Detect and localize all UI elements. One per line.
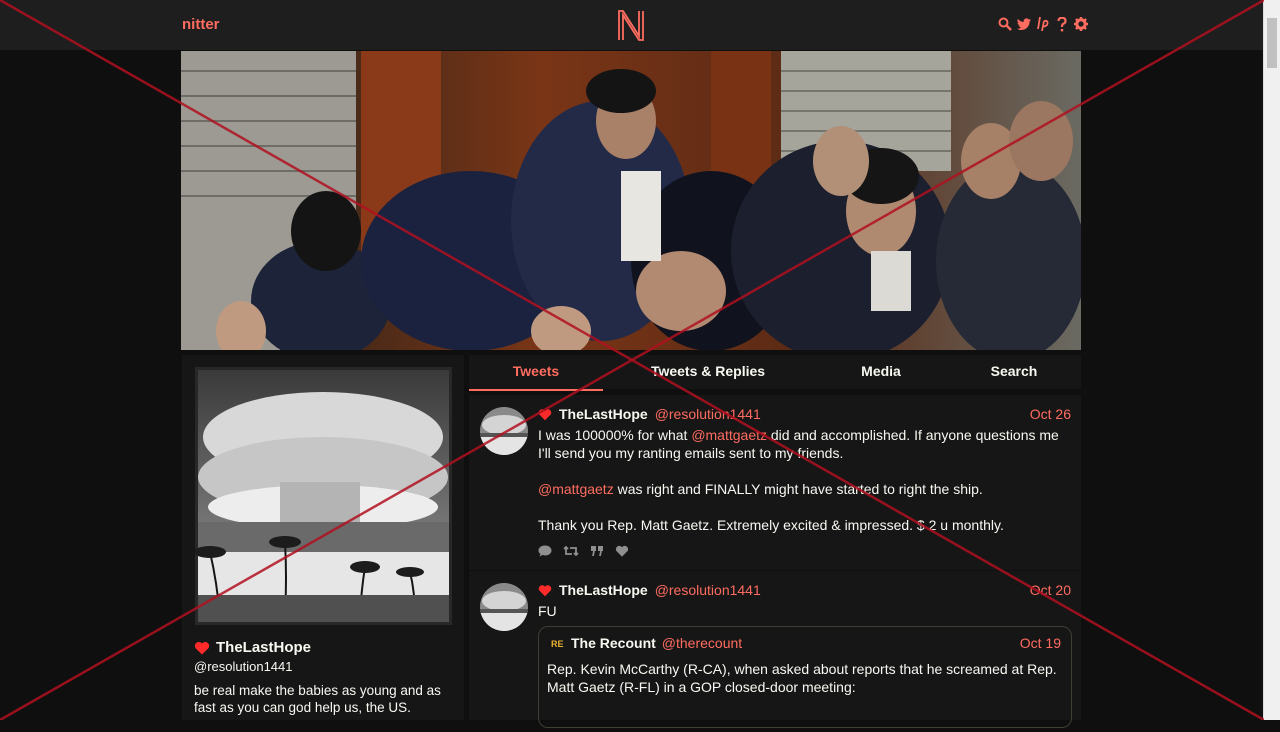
reply-icon[interactable]	[538, 545, 552, 557]
like-icon[interactable]	[615, 545, 629, 557]
scrollbar-thumb[interactable]	[1267, 18, 1277, 68]
tweet-header: TheLastHope @resolution1441	[538, 406, 761, 422]
tweet-text: I was 100000% for what @mattgaetz did an…	[538, 426, 1068, 534]
profile-avatar[interactable]	[195, 367, 452, 625]
tweet-item[interactable]: TheLastHope @resolution1441 Oct 26 I was…	[469, 395, 1081, 571]
tweet-author-name[interactable]: TheLastHope	[559, 582, 648, 598]
svg-text:RE: RE	[551, 639, 564, 649]
heart-icon	[538, 584, 552, 596]
timeline-tabs: Tweets Tweets & Replies Media Search	[469, 355, 1081, 391]
profile-banner-image[interactable]	[181, 51, 1081, 350]
quoted-tweet-date[interactable]: Oct 19	[1020, 635, 1061, 651]
recount-avatar-icon[interactable]: RE	[551, 637, 565, 649]
heart-icon	[194, 641, 210, 654]
nitter-home-link[interactable]: nitter	[182, 16, 220, 33]
tweet-stats	[538, 545, 629, 557]
quoted-tweet-text: Rep. Kevin McCarthy (R-CA), when asked a…	[547, 661, 1057, 695]
search-icon[interactable]	[998, 16, 1012, 32]
tweet-item[interactable]: TheLastHope @resolution1441 Oct 20 FU RE…	[469, 571, 1081, 732]
nav-icon-bar	[998, 16, 1088, 32]
navbar: nitter	[0, 0, 1264, 50]
mention-link[interactable]: @mattgaetz	[691, 427, 767, 443]
tweet-author-name[interactable]: TheLastHope	[559, 406, 648, 422]
quoted-author-name[interactable]: The Recount	[571, 635, 656, 651]
nitter-logo[interactable]	[616, 8, 646, 47]
tweet-author-handle[interactable]: @resolution1441	[655, 582, 761, 598]
nitter-logo-icon	[618, 10, 644, 41]
tweet-avatar[interactable]	[480, 407, 528, 455]
tweet-author-handle[interactable]: @resolution1441	[655, 406, 761, 422]
profile-name-text: TheLastHope	[216, 639, 312, 656]
tweet-text: FU	[538, 603, 557, 619]
tweet-date[interactable]: Oct 20	[1030, 582, 1071, 598]
settings-gear-icon[interactable]	[1074, 16, 1088, 32]
tab-search[interactable]: Search	[974, 355, 1054, 389]
quoted-author-handle[interactable]: @therecount	[662, 635, 742, 651]
tab-tweets-and-replies[interactable]: Tweets & Replies	[633, 355, 783, 389]
tweet-text-part: I was 100000% for what	[538, 427, 692, 443]
retweet-icon[interactable]	[563, 545, 579, 557]
quoted-tweet[interactable]: RE The Recount @therecount Oct 19 Rep. K…	[538, 626, 1072, 728]
heart-icon	[538, 408, 552, 420]
tweet-header: TheLastHope @resolution1441	[538, 582, 761, 598]
tweet-text-part: Thank you Rep. Matt Gaetz. Extremely exc…	[538, 517, 1004, 533]
tab-media[interactable]: Media	[839, 355, 923, 389]
mention-link[interactable]: @mattgaetz	[538, 481, 614, 497]
lp-icon[interactable]	[1036, 16, 1050, 32]
quote-icon[interactable]	[590, 545, 604, 557]
timeline: TheLastHope @resolution1441 Oct 26 I was…	[469, 395, 1081, 732]
quoted-tweet-header: RE The Recount @therecount	[551, 635, 742, 651]
help-icon[interactable]	[1055, 16, 1069, 32]
twitter-bird-icon[interactable]	[1017, 16, 1031, 32]
tweet-avatar[interactable]	[480, 583, 528, 631]
page-scrollbar[interactable]	[1263, 0, 1280, 720]
tweet-date[interactable]: Oct 26	[1030, 406, 1071, 422]
tweet-text-part: was right and FINALLY might have started…	[613, 481, 983, 497]
profile-name[interactable]: TheLastHope	[194, 639, 311, 656]
profile-card: TheLastHope @resolution1441 be real make…	[182, 355, 464, 720]
profile-handle[interactable]: @resolution1441	[194, 659, 292, 674]
profile-bio: be real make the babies as young and as …	[194, 683, 441, 715]
tab-tweets[interactable]: Tweets	[469, 355, 603, 391]
